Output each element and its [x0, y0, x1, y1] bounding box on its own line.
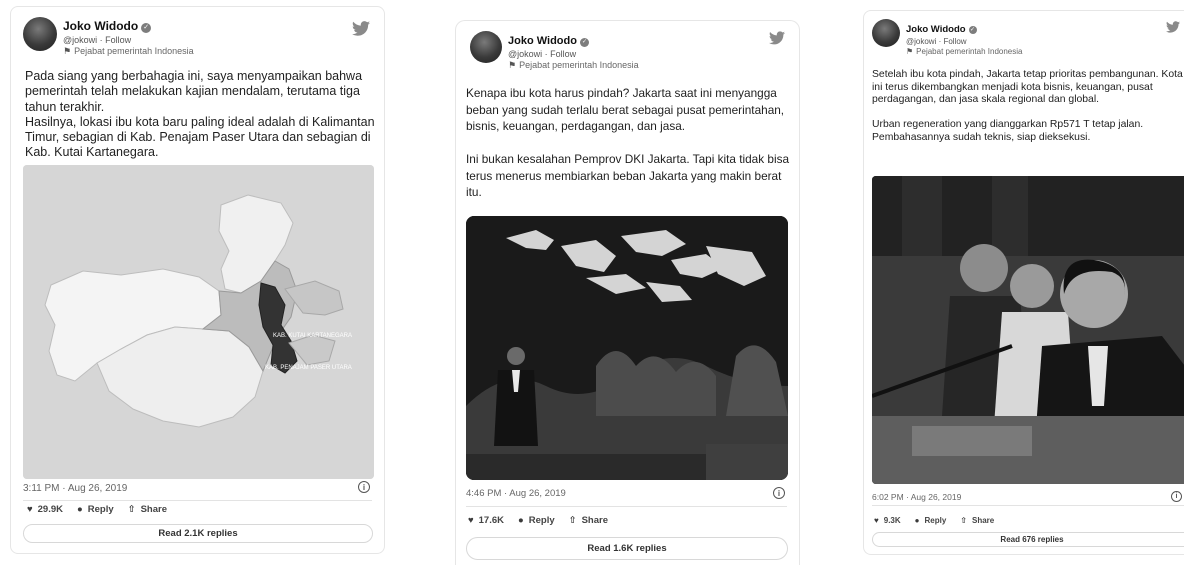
avatar[interactable] [23, 17, 57, 51]
like-count: 17.6K [478, 515, 504, 526]
reply-button[interactable]: ● Reply [77, 504, 114, 515]
twitter-bird-icon[interactable] [769, 31, 785, 45]
reply-label: Reply [87, 504, 114, 515]
comment-icon: ● [518, 515, 524, 526]
verified-badge-icon: ✓ [579, 38, 589, 47]
heart-icon: ♥ [874, 516, 879, 525]
handle-follow[interactable]: @jokowi · Follow [508, 49, 639, 59]
account-label-text: Pejabat pemerintah Indonesia [916, 46, 1023, 56]
tweet-header: Joko Widodo ✓ @jokowi · Follow ⚑ Pejabat p… [11, 7, 384, 56]
share-icon: ⇧ [568, 515, 577, 526]
tweet-map-image[interactable]: KAB. KUTAI KARTANEGARA KAB. PENAJAM PASE… [23, 165, 374, 479]
account-label-text: Pejabat pemerintah Indonesia [519, 59, 639, 70]
handle-follow[interactable]: @jokowi · Follow [63, 35, 194, 45]
tweet-header: Joko Widodo ✓ @jokowi · Follow ⚑ Pejabat p… [864, 11, 1184, 56]
heart-icon: ♥ [468, 515, 474, 526]
tweet-timestamp[interactable]: 4:46 PM · Aug 26, 2019 [466, 488, 566, 499]
share-label: Share [140, 504, 167, 515]
account-label: ⚑ Pejabat pemerintah Indonesia [508, 60, 639, 70]
share-button[interactable]: ⇧ Share [960, 516, 994, 525]
share-button[interactable]: ⇧ Share [569, 515, 608, 526]
flag-icon: ⚑ [508, 59, 517, 70]
author-block: Joko Widodo ✓ @jokowi · Follow ⚑ Pejabat p… [508, 31, 639, 70]
reply-button[interactable]: ● Reply [915, 516, 947, 525]
tweet-header: Joko Widodo ✓ @jokowi · Follow ⚑ Pejabat p… [456, 21, 799, 70]
avatar[interactable] [872, 19, 900, 47]
like-button[interactable]: ♥ 17.6K [468, 515, 504, 526]
comment-icon: ● [77, 504, 83, 515]
info-icon[interactable]: i [1171, 491, 1182, 502]
tweet-timestamp[interactable]: 6:02 PM · Aug 26, 2019 [872, 492, 961, 502]
read-replies-button[interactable]: Read 676 replies [872, 532, 1184, 547]
reply-button[interactable]: ● Reply [518, 515, 555, 526]
kalimantan-map: KAB. KUTAI KARTANEGARA KAB. PENAJAM PASE… [23, 165, 374, 479]
author-name[interactable]: Joko Widodo [63, 19, 138, 33]
like-count: 29.9K [37, 504, 63, 515]
tweet-card-3: Joko Widodo ✓ @jokowi · Follow ⚑ Pejabat p… [863, 10, 1184, 555]
twitter-bird-icon[interactable] [352, 21, 370, 36]
read-replies-button[interactable]: Read 1.6K replies [466, 537, 788, 560]
like-button[interactable]: ♥ 9.3K [874, 516, 901, 525]
tweet-card-1: Joko Widodo ✓ @jokowi · Follow ⚑ Pejabat p… [10, 6, 385, 554]
tweet-actions: ♥ 29.9K ● Reply ⇧ Share [27, 504, 181, 515]
tweet-card-2: Joko Widodo ✓ @jokowi · Follow ⚑ Pejabat p… [455, 20, 800, 565]
twitter-bird-icon[interactable] [1166, 21, 1180, 33]
tweet-text: Kenapa ibu kota harus pindah? Jakarta sa… [466, 86, 790, 199]
read-replies-button[interactable]: Read 2.1K replies [23, 524, 373, 543]
author-name[interactable]: Joko Widodo [906, 24, 966, 35]
account-label: ⚑ Pejabat pemerintah Indonesia [906, 47, 1022, 56]
account-label-text: Pejabat pemerintah Indonesia [74, 45, 194, 56]
tweet-text: Setelah ibu kota pindah, Jakarta tetap p… [872, 69, 1183, 143]
share-label: Share [972, 516, 995, 525]
tweet-actions: ♥ 9.3K ● Reply ⇧ Share [874, 516, 1008, 525]
handle-follow[interactable]: @jokowi · Follow [906, 37, 1022, 46]
divider [23, 500, 372, 501]
share-label: Share [581, 515, 608, 526]
map-label-kutai: KAB. KUTAI KARTANEGARA [273, 333, 352, 339]
tweet-photo[interactable] [872, 176, 1184, 484]
verified-badge-icon: ✓ [141, 23, 152, 33]
flag-icon: ⚑ [63, 45, 72, 56]
tweet-actions: ♥ 17.6K ● Reply ⇧ Share [468, 515, 622, 526]
info-icon[interactable]: i [773, 487, 785, 499]
reply-label: Reply [528, 515, 555, 526]
author-block: Joko Widodo ✓ @jokowi · Follow ⚑ Pejabat p… [906, 19, 1022, 56]
info-icon[interactable]: i [358, 481, 370, 493]
account-label: ⚑ Pejabat pemerintah Indonesia [63, 46, 194, 56]
heart-icon: ♥ [27, 504, 33, 515]
tweet-text: Pada siang yang berbahagia ini, saya men… [25, 69, 375, 160]
divider [466, 506, 787, 507]
flag-icon: ⚑ [906, 46, 914, 56]
verified-badge-icon: ✓ [968, 26, 977, 34]
share-button[interactable]: ⇧ Share [128, 504, 167, 515]
stage-photo [466, 216, 788, 480]
map-label-penajam: KAB. PENAJAM PASER UTARA [265, 365, 352, 371]
like-count: 9.3K [883, 516, 901, 525]
meeting-photo [872, 176, 1184, 484]
avatar[interactable] [470, 31, 502, 63]
author-block: Joko Widodo ✓ @jokowi · Follow ⚑ Pejabat p… [63, 17, 194, 56]
share-icon: ⇧ [127, 504, 136, 515]
share-icon: ⇧ [960, 516, 967, 525]
tweet-timestamp[interactable]: 3:11 PM · Aug 26, 2019 [23, 483, 127, 494]
like-button[interactable]: ♥ 29.9K [27, 504, 63, 515]
reply-label: Reply [924, 516, 947, 525]
divider [872, 505, 1184, 506]
author-name[interactable]: Joko Widodo [508, 35, 577, 47]
comment-icon: ● [914, 516, 920, 525]
tweet-photo[interactable] [466, 216, 788, 480]
